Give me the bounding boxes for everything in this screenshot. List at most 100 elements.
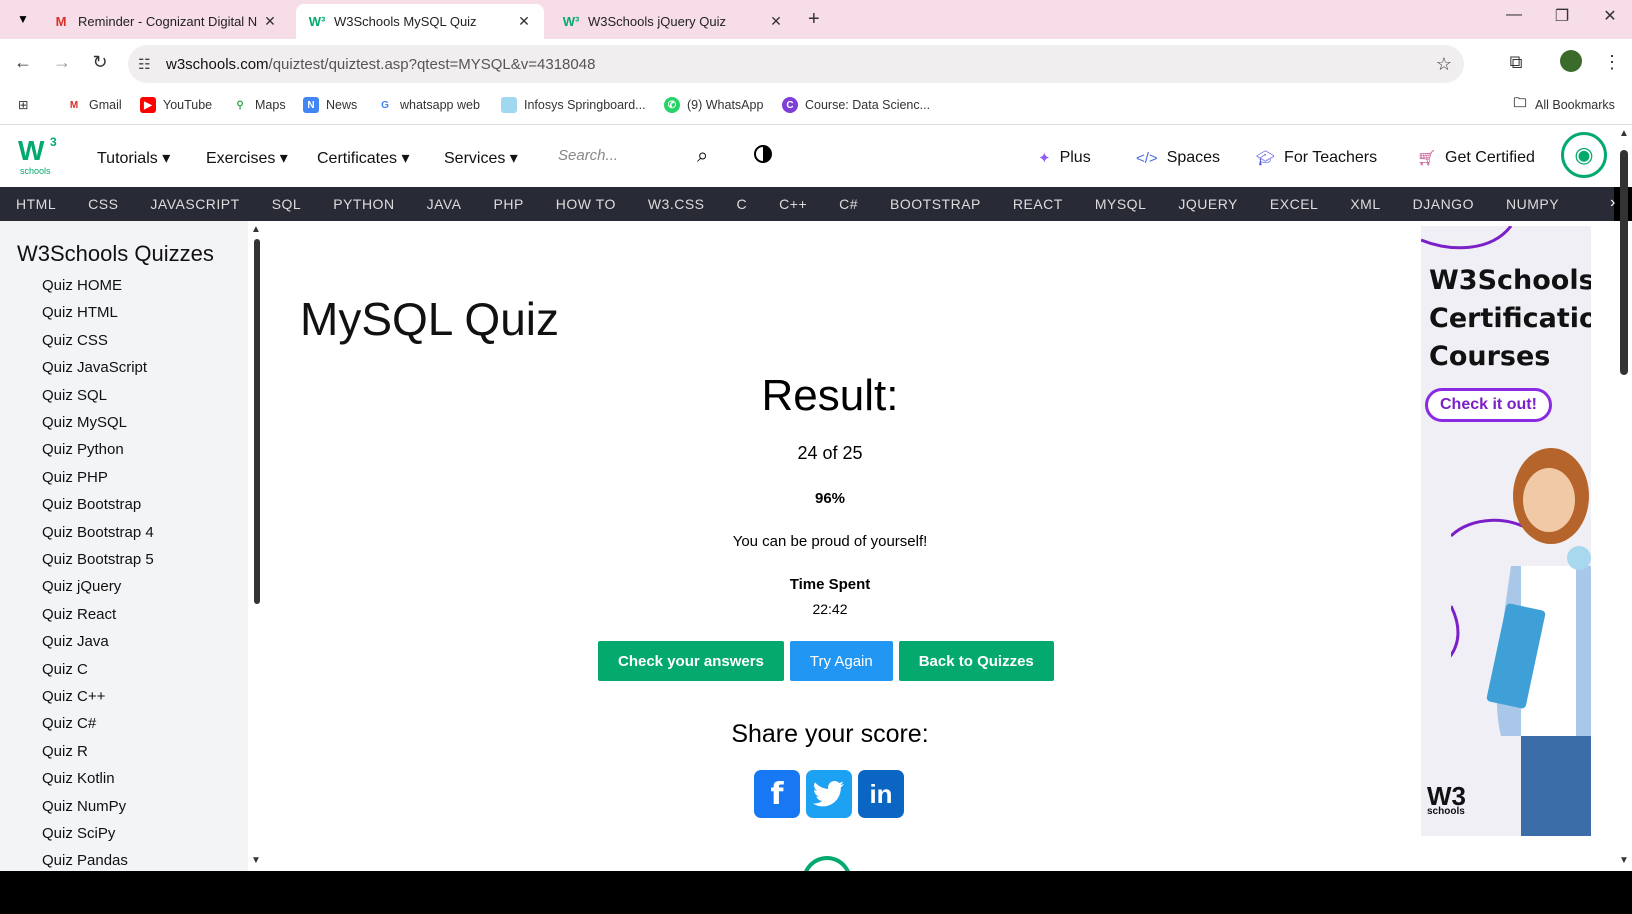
bookmark-gmail[interactable]: M Gmail	[66, 97, 122, 113]
bookmark-youtube[interactable]: ▶ YouTube	[140, 97, 212, 113]
twitter-icon[interactable]	[806, 770, 852, 818]
nav-excel[interactable]: EXCEL	[1270, 196, 1318, 212]
user-avatar-icon[interactable]: ◉	[1561, 132, 1607, 178]
sidebar-item-quiz-home[interactable]: Quiz HOME	[42, 277, 122, 294]
page-scrollbar[interactable]	[1620, 150, 1628, 375]
get-certified-link[interactable]: 🛒︎ Get Certified	[1417, 149, 1535, 167]
nav-jquery[interactable]: JQUERY	[1178, 196, 1238, 212]
sidebar-item-quiz-react[interactable]: Quiz React	[42, 606, 116, 623]
nav-w3css[interactable]: W3.CSS	[648, 196, 705, 212]
search-icon[interactable]: ⌕	[697, 145, 708, 168]
site-info-icon[interactable]: ☷	[138, 56, 158, 73]
certification-ad[interactable]: W3SchoolsCertificationCourses Check it o…	[1421, 226, 1591, 836]
spaces-link[interactable]: </> Spaces	[1136, 149, 1220, 167]
menu-kebab-icon[interactable]: ⋮	[1600, 52, 1624, 73]
sidebar-item-quiz-scipy[interactable]: Quiz SciPy	[42, 825, 115, 842]
nav-next-arrow-icon[interactable]: ›	[1610, 194, 1616, 212]
facebook-icon[interactable]: f	[754, 770, 800, 818]
bookmark-news[interactable]: N News	[303, 97, 357, 113]
plus-link[interactable]: ✦ Plus	[1038, 149, 1091, 167]
sidebar-item-quiz-numpy[interactable]: Quiz NumPy	[42, 798, 126, 815]
menu-tutorials[interactable]: Tutorials ▾	[97, 148, 170, 168]
tab-mysql-quiz[interactable]: W³ W3Schools MySQL Quiz ✕	[296, 4, 544, 39]
nav-c[interactable]: C	[737, 196, 748, 212]
nav-html[interactable]: HTML	[16, 196, 56, 212]
close-window-button[interactable]: ✕	[1590, 6, 1630, 26]
page-scroll-up-icon[interactable]: ▲	[1619, 128, 1629, 139]
sidebar-item-quiz-r[interactable]: Quiz R	[42, 743, 88, 760]
sidebar-item-quiz-html[interactable]: Quiz HTML	[42, 304, 118, 321]
nav-css[interactable]: CSS	[88, 196, 118, 212]
close-tab-icon[interactable]: ✕	[262, 13, 278, 30]
w3schools-logo[interactable]: W 3 schools	[18, 132, 62, 176]
ad-cta-button[interactable]: Check it out!	[1425, 388, 1552, 422]
all-bookmarks[interactable]: 🗀 All Bookmarks	[1512, 95, 1614, 113]
tab-reminder[interactable]: M Reminder - Cognizant Digital N ✕	[40, 4, 290, 39]
nav-xml[interactable]: XML	[1350, 196, 1380, 212]
nav-react[interactable]: REACT	[1013, 196, 1063, 212]
minimize-button[interactable]: —	[1494, 6, 1534, 24]
sidebar-scroll-down-icon[interactable]: ▼	[251, 855, 261, 866]
forward-icon[interactable]: →	[50, 52, 74, 73]
nav-numpy[interactable]: NUMPY	[1506, 196, 1559, 212]
apps-grid-icon[interactable]: ⊞	[18, 97, 28, 112]
page-scroll-down-icon[interactable]: ▼	[1619, 855, 1629, 866]
nav-django[interactable]: DJANGO	[1413, 196, 1474, 212]
restore-button[interactable]: ❐	[1542, 6, 1582, 26]
sidebar-item-quiz-bootstrap[interactable]: Quiz Bootstrap	[42, 496, 141, 513]
close-tab-icon[interactable]: ✕	[516, 13, 532, 30]
nav-java[interactable]: JAVA	[427, 196, 462, 212]
sidebar-item-quiz-bootstrap-5[interactable]: Quiz Bootstrap 5	[42, 551, 154, 568]
profile-avatar[interactable]	[1560, 50, 1582, 72]
reload-icon[interactable]: ↻	[88, 52, 112, 73]
menu-services[interactable]: Services ▾	[444, 148, 518, 168]
for-teachers-link[interactable]: 🎓︎ For Teachers	[1256, 149, 1377, 167]
nav-javascript[interactable]: JAVASCRIPT	[150, 196, 239, 212]
bookmark-whatsapp[interactable]: ✆ (9) WhatsApp	[664, 97, 763, 113]
new-tab-button[interactable]: +	[808, 8, 820, 31]
sidebar-item-quiz-python[interactable]: Quiz Python	[42, 441, 124, 458]
sidebar-item-quiz-pandas[interactable]: Quiz Pandas	[42, 852, 128, 869]
nav-mysql[interactable]: MYSQL	[1095, 196, 1147, 212]
menu-certificates[interactable]: Certificates ▾	[317, 148, 410, 168]
nav-csharp[interactable]: C#	[839, 196, 858, 212]
sidebar-item-quiz-java[interactable]: Quiz Java	[42, 633, 109, 650]
bookmark-course[interactable]: C Course: Data Scienc...	[782, 97, 930, 113]
bookmark-maps[interactable]: ⚲ Maps	[232, 97, 285, 113]
menu-exercises[interactable]: Exercises ▾	[206, 148, 288, 168]
nav-sql[interactable]: SQL	[272, 196, 302, 212]
nav-bootstrap[interactable]: BOOTSTRAP	[890, 196, 981, 212]
back-to-quizzes-button[interactable]: Back to Quizzes	[898, 641, 1054, 681]
nav-how-to[interactable]: HOW TO	[556, 196, 616, 212]
sidebar-item-quiz-mysql[interactable]: Quiz MySQL	[42, 414, 127, 431]
sidebar-scrollbar[interactable]	[254, 239, 260, 604]
sidebar-item-quiz-css[interactable]: Quiz CSS	[42, 332, 108, 349]
sidebar-item-quiz-javascript[interactable]: Quiz JavaScript	[42, 359, 147, 376]
sidebar-item-quiz-jquery[interactable]: Quiz jQuery	[42, 578, 121, 595]
linkedin-icon[interactable]: in	[858, 770, 904, 818]
sidebar-item-quiz-csharp[interactable]: Quiz C#	[42, 715, 96, 732]
tab-jquery-quiz[interactable]: W³ W3Schools jQuery Quiz ✕	[550, 4, 796, 39]
sidebar-item-quiz-sql[interactable]: Quiz SQL	[42, 387, 107, 404]
nav-python[interactable]: PYTHON	[333, 196, 394, 212]
back-icon[interactable]: ←	[11, 52, 35, 73]
sidebar-item-quiz-cplusplus[interactable]: Quiz C++	[42, 688, 105, 705]
sidebar-item-quiz-php[interactable]: Quiz PHP	[42, 469, 108, 486]
sidebar-item-quiz-kotlin[interactable]: Quiz Kotlin	[42, 770, 115, 787]
nav-cpp[interactable]: C++	[779, 196, 807, 212]
tab-search-button[interactable]: ▼	[12, 9, 34, 29]
extensions-icon[interactable]: ⧉	[1504, 52, 1528, 73]
close-tab-icon[interactable]: ✕	[768, 13, 784, 30]
try-again-button[interactable]: Try Again	[789, 641, 893, 681]
bookmark-infosys[interactable]: Infosys Springboard...	[501, 97, 646, 113]
nav-php[interactable]: PHP	[494, 196, 524, 212]
sidebar-scroll-up-icon[interactable]: ▲	[251, 224, 261, 235]
sidebar-item-quiz-c[interactable]: Quiz C	[42, 661, 88, 678]
bookmark-whatsapp-web[interactable]: Gwhatsapp web	[377, 97, 480, 113]
dark-mode-toggle-icon[interactable]	[754, 145, 772, 163]
sidebar-item-quiz-bootstrap-4[interactable]: Quiz Bootstrap 4	[42, 524, 154, 541]
url-input[interactable]: ☷ w3schools.com/quiztest/quiztest.asp?qt…	[128, 45, 1464, 83]
youtube-icon: ▶	[140, 97, 156, 113]
check-answers-button[interactable]: Check your answers	[598, 641, 784, 681]
bookmark-star-icon[interactable]: ☆	[1436, 54, 1452, 75]
